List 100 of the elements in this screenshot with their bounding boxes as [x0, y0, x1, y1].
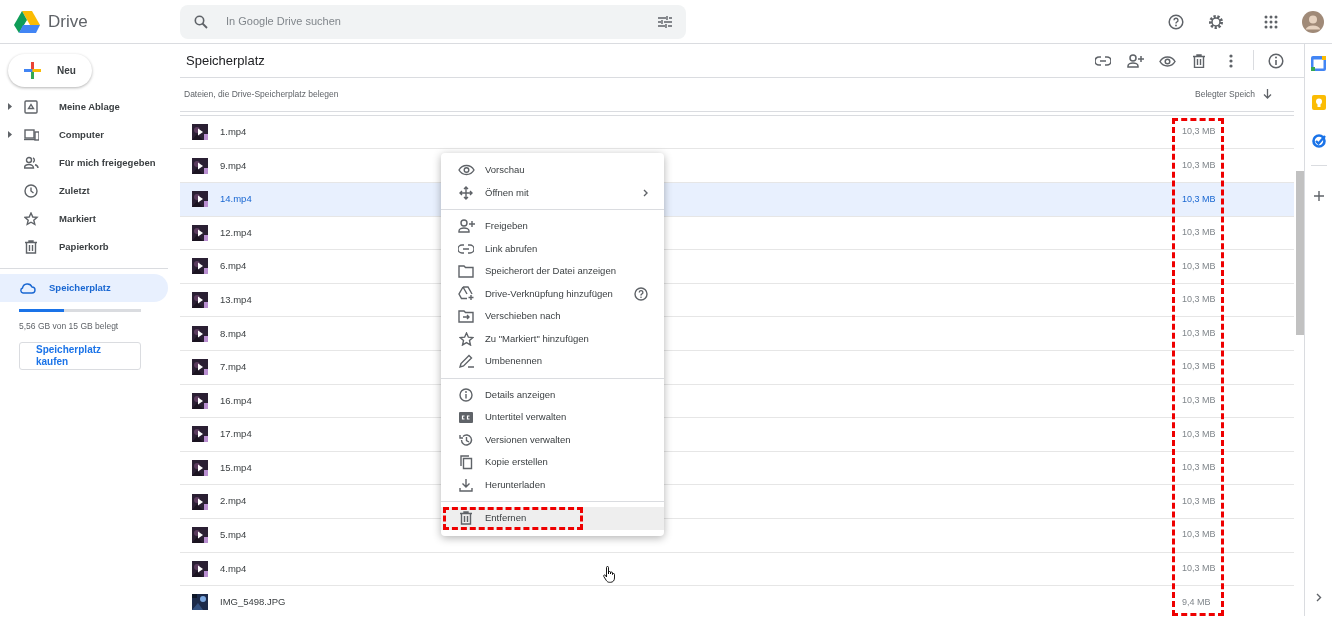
- file-size: 10,3 MB: [1182, 360, 1217, 374]
- info-icon: [459, 387, 473, 402]
- star-icon: [24, 212, 39, 226]
- file-size: 10,3 MB: [1182, 394, 1217, 408]
- search-bar[interactable]: In Google Drive suchen: [180, 4, 686, 39]
- file-name: 14.mp4: [220, 192, 252, 207]
- sidebar-item[interactable]: Meine Ablage: [0, 93, 180, 121]
- trash-icon: [1193, 54, 1205, 69]
- file-name: 12.mp4: [220, 225, 252, 240]
- drive-shortcut-icon: [458, 286, 474, 302]
- file-name: 2.mp4: [220, 494, 247, 509]
- closed-captions-icon: [459, 410, 473, 424]
- file-name: 9.mp4: [220, 158, 247, 173]
- menu-item[interactable]: Öffnen mit: [441, 181, 664, 204]
- history-icon: [459, 432, 473, 447]
- file-size: 10,3 MB: [1182, 293, 1217, 307]
- sidebar-item[interactable]: Computer: [0, 121, 180, 149]
- eye-icon: [1158, 55, 1176, 67]
- hand-cursor-icon: [603, 566, 616, 583]
- menu-item[interactable]: Details anzeigen: [441, 383, 664, 406]
- copy-icon: [459, 454, 473, 470]
- menu-item[interactable]: Kopie erstellen: [441, 451, 664, 474]
- menu-item[interactable]: Freigeben: [441, 215, 664, 238]
- file-name: 7.mp4: [220, 360, 247, 375]
- list-description: Dateien, die Drive-Speicherplatz belegen: [184, 87, 339, 101]
- tasks-check-icon[interactable]: [1311, 134, 1326, 148]
- file-size: 10,3 MB: [1182, 326, 1217, 340]
- apps-grid-icon[interactable]: [1264, 14, 1278, 29]
- add-person-icon: [457, 219, 475, 234]
- computer-icon: [24, 128, 39, 142]
- menu-item[interactable]: Zu "Markiert" hinzufügen: [441, 327, 664, 350]
- expand-chevron-icon[interactable]: [1315, 593, 1322, 602]
- file-size: 10,3 MB: [1182, 427, 1217, 441]
- file-size: 9,4 MB: [1182, 595, 1212, 609]
- new-button[interactable]: Neu: [8, 54, 92, 87]
- file-name: 6.mp4: [220, 259, 247, 274]
- folder-icon: [458, 264, 474, 279]
- menu-item[interactable]: Drive-Verknüpfung hinzufügen: [441, 282, 664, 305]
- sort-down-arrow-icon: [1263, 89, 1272, 100]
- calendar-icon[interactable]: [1311, 56, 1326, 71]
- file-name: 4.mp4: [220, 561, 247, 576]
- menu-item[interactable]: Entfernen: [441, 507, 664, 530]
- pencil-icon: [458, 354, 474, 369]
- file-name: 1.mp4: [220, 124, 247, 139]
- file-name: 15.mp4: [220, 460, 252, 475]
- trash-icon: [460, 511, 472, 526]
- search-field[interactable]: In Google Drive suchen: [224, 12, 642, 31]
- sidebar-item[interactable]: Markiert: [0, 205, 180, 233]
- help-icon[interactable]: [1168, 13, 1184, 30]
- drive-logo-icon: [14, 10, 40, 33]
- filter-icon[interactable]: [658, 15, 672, 28]
- add-icon[interactable]: [1313, 191, 1324, 201]
- file-row[interactable]: 4.mp4 10,3 MB: [180, 552, 1294, 587]
- menu-item[interactable]: Speicherort der Datei anzeigen: [441, 260, 664, 283]
- download-icon: [459, 477, 473, 492]
- file-row[interactable]: 1.mp4 10,3 MB: [180, 115, 1294, 150]
- file-row[interactable]: IMG_5498.JPG 9,4 MB: [180, 586, 1294, 616]
- trash-icon: [24, 240, 39, 254]
- link-icon: [1095, 56, 1111, 67]
- search-icon: [194, 14, 208, 29]
- file-name: 16.mp4: [220, 393, 252, 408]
- menu-item[interactable]: Vorschau: [441, 159, 664, 182]
- file-size: 10,3 MB: [1182, 461, 1217, 475]
- star-icon: [458, 331, 474, 346]
- sort-column-header[interactable]: Belegter Speich: [1195, 87, 1272, 101]
- menu-item[interactable]: Umbenennen: [441, 350, 664, 373]
- file-name: 13.mp4: [220, 292, 252, 307]
- add-person-icon: [1126, 54, 1144, 69]
- plus-icon: [24, 62, 41, 79]
- file-size: 10,3 MB: [1182, 562, 1217, 576]
- people-icon: [24, 156, 39, 170]
- file-size: 10,3 MB: [1182, 259, 1217, 273]
- file-size: 10,3 MB: [1182, 528, 1217, 542]
- sidebar-item[interactable]: Zuletzt: [0, 177, 180, 205]
- file-size: 10,3 MB: [1182, 226, 1217, 240]
- file-name: IMG_5498.JPG: [220, 595, 286, 610]
- page-title: Speicherplatz: [186, 52, 265, 69]
- drive-folder-icon: [24, 100, 39, 114]
- buy-storage-button[interactable]: Speicherplatz kaufen: [19, 341, 141, 370]
- link-icon: [458, 243, 474, 254]
- file-name: 5.mp4: [220, 528, 247, 543]
- clock-icon: [24, 184, 39, 198]
- info-icon: [1268, 53, 1284, 70]
- move-folder-icon: [458, 309, 474, 324]
- app-name: Drive: [48, 10, 88, 33]
- sidebar-item[interactable]: Papierkorb: [0, 233, 180, 261]
- file-size: 10,3 MB: [1182, 158, 1217, 172]
- file-size: 10,3 MB: [1182, 494, 1217, 508]
- eye-icon: [457, 164, 475, 177]
- move-arrows-icon: [459, 185, 473, 200]
- account-avatar-icon[interactable]: [1302, 10, 1324, 33]
- sidebar-item[interactable]: Speicherplatz: [0, 274, 168, 302]
- file-name: 17.mp4: [220, 427, 252, 442]
- cloud-icon: [19, 282, 36, 294]
- scrollbar-thumb[interactable]: [1296, 170, 1304, 335]
- settings-icon[interactable]: [1208, 13, 1224, 30]
- sidebar-item[interactable]: Für mich freigegeben: [0, 149, 180, 177]
- file-size: 10,3 MB: [1182, 192, 1217, 206]
- menu-item[interactable]: Versionen verwalten: [441, 428, 664, 451]
- file-size: 10,3 MB: [1182, 125, 1217, 139]
